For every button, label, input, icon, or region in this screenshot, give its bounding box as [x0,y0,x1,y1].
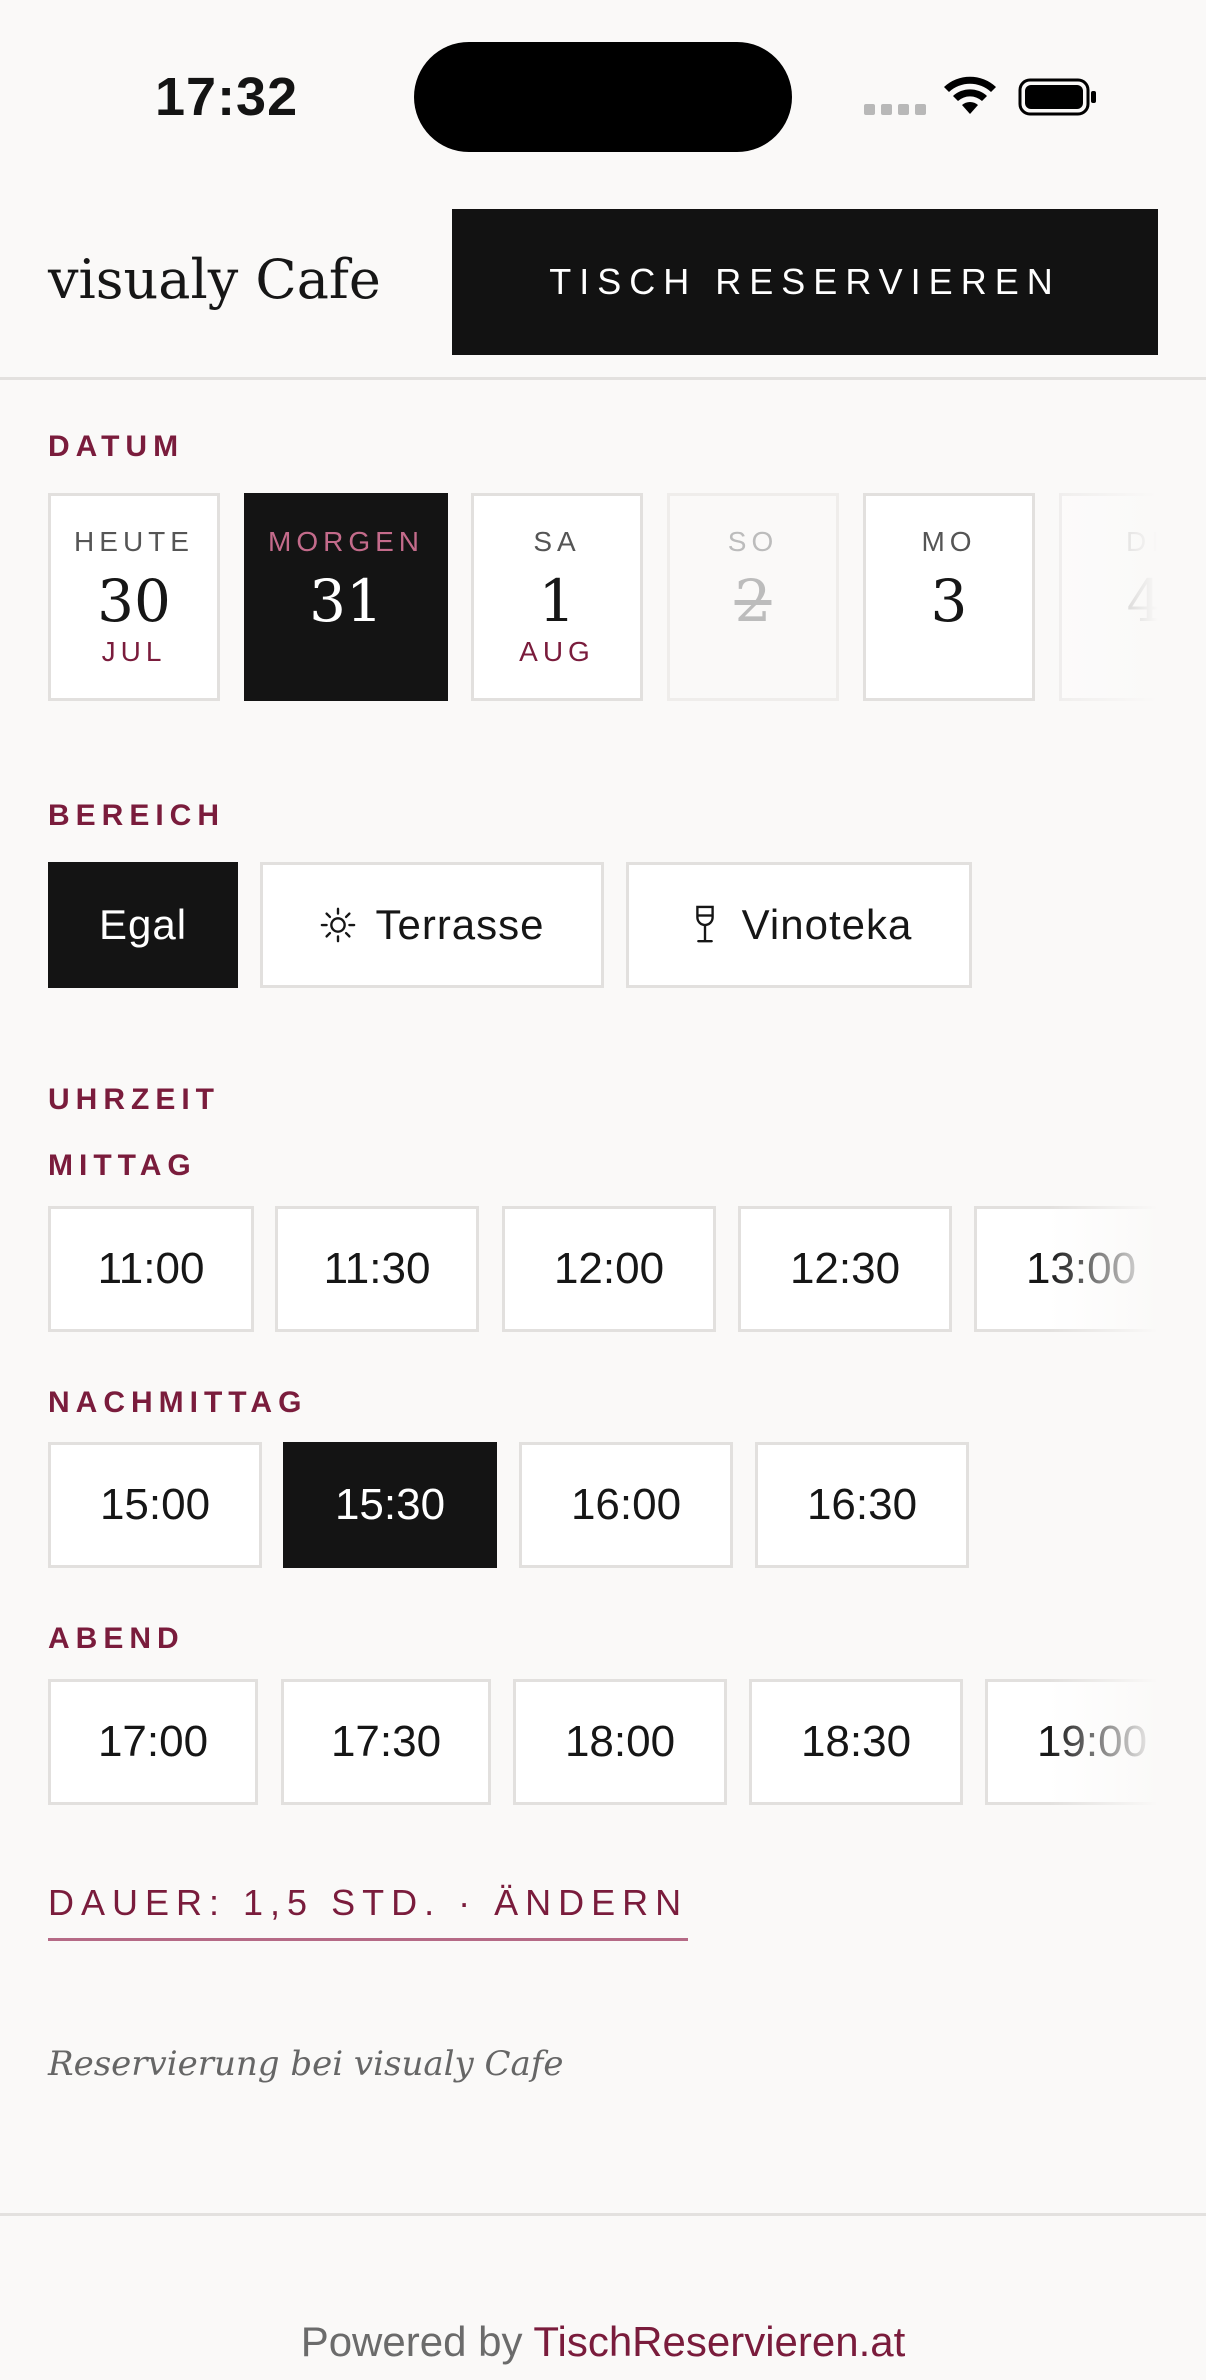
footer-note: Reservierung bei visualy Cafe [48,2044,564,2084]
time-slot[interactable]: 12:00 [502,1206,716,1332]
date-number: 1 [538,567,576,635]
area-option-vinoteka[interactable]: Vinoteka [626,862,972,988]
wine-glass-icon [695,905,714,943]
date-month: AUG [519,636,595,667]
time-group-label-abend: ABEND [48,1622,185,1655]
area-option-egal[interactable]: Egal [48,862,238,988]
time-slot[interactable]: 11:30 [275,1206,479,1332]
date-weekday: DI [1126,526,1158,557]
date-number: 2 [734,567,772,635]
time-slot[interactable]: 16:00 [519,1442,733,1568]
time-group-label-mittag: MITTAG [48,1149,197,1182]
reserve-table-button[interactable]: TISCH RESERVIEREN [452,209,1158,355]
time-slot-row-abend: 17:00 17:30 18:00 18:30 19:00 [48,1679,1158,1805]
powered-by-link[interactable]: TischReservieren.at [533,2318,905,2365]
powered-by-prefix: Powered by [300,2318,534,2365]
time-slot[interactable]: 16:30 [755,1442,969,1568]
footer-divider [0,2213,1206,2216]
cellular-signal-icon [864,104,926,115]
time-slot[interactable]: 12:30 [738,1206,952,1332]
date-month: JUL [101,636,167,667]
area-option-label: Vinoteka [741,901,913,948]
date-weekday: HEUTE [74,526,194,557]
powered-by: Powered by TischReservieren.at [0,2318,1206,2366]
time-slot-selected[interactable]: 15:30 [283,1442,497,1568]
time-section-label: UHRZEIT [48,1083,220,1116]
date-weekday: MORGEN [268,526,424,557]
time-group-label-nachmittag: NACHMITTAG [48,1386,308,1419]
time-slot[interactable]: 11:00 [48,1206,254,1332]
date-card-mon[interactable]: MO 3 [863,493,1035,701]
date-number: 4 [1126,567,1158,635]
time-slot[interactable]: 19:00 [985,1679,1158,1805]
sun-icon [321,907,356,943]
battery-icon [1018,78,1096,116]
date-card-today[interactable]: HEUTE 30 JUL [48,493,220,701]
change-duration-link[interactable]: DAUER: 1,5 STD. · ÄNDERN [48,1882,689,1941]
date-number: 31 [309,567,383,635]
time-slot[interactable]: 17:30 [281,1679,491,1805]
date-picker-row[interactable]: HEUTE 30 JUL MORGEN 31 SA 1 AUG SO 2 MO … [48,493,1158,703]
area-option-label: Egal [98,901,188,948]
date-weekday: SO [727,526,779,557]
date-card-sun: SO 2 [667,493,839,701]
date-weekday: SA [533,526,581,557]
time-slot-row-mittag: 11:00 11:30 12:00 12:30 13:00 [48,1206,1158,1332]
status-time: 17:32 [155,67,299,127]
date-number: 3 [930,567,968,635]
dynamic-island [414,42,792,152]
area-section-label: BEREICH [48,799,226,832]
time-slot[interactable]: 13:00 [974,1206,1158,1332]
date-section-label: DATUM [48,430,185,463]
wifi-icon [944,76,996,114]
date-weekday: MO [921,526,977,557]
time-slot[interactable]: 15:00 [48,1442,262,1568]
header-divider [0,377,1206,380]
time-slot[interactable]: 18:00 [513,1679,727,1805]
area-option-terrasse[interactable]: Terrasse [260,862,604,988]
brand-logo[interactable]: visualy Cafe [48,248,381,311]
time-slot[interactable]: 18:30 [749,1679,963,1805]
date-number: 30 [97,567,171,635]
date-card-sat[interactable]: SA 1 AUG [471,493,643,701]
time-slot-row-nachmittag: 15:00 15:30 16:00 16:30 [48,1442,1158,1568]
time-slot[interactable]: 17:00 [48,1679,258,1805]
date-card-tomorrow[interactable]: MORGEN 31 [244,493,448,701]
area-option-label: Terrasse [375,901,545,948]
date-card-tue[interactable]: DI 4 [1059,493,1158,701]
